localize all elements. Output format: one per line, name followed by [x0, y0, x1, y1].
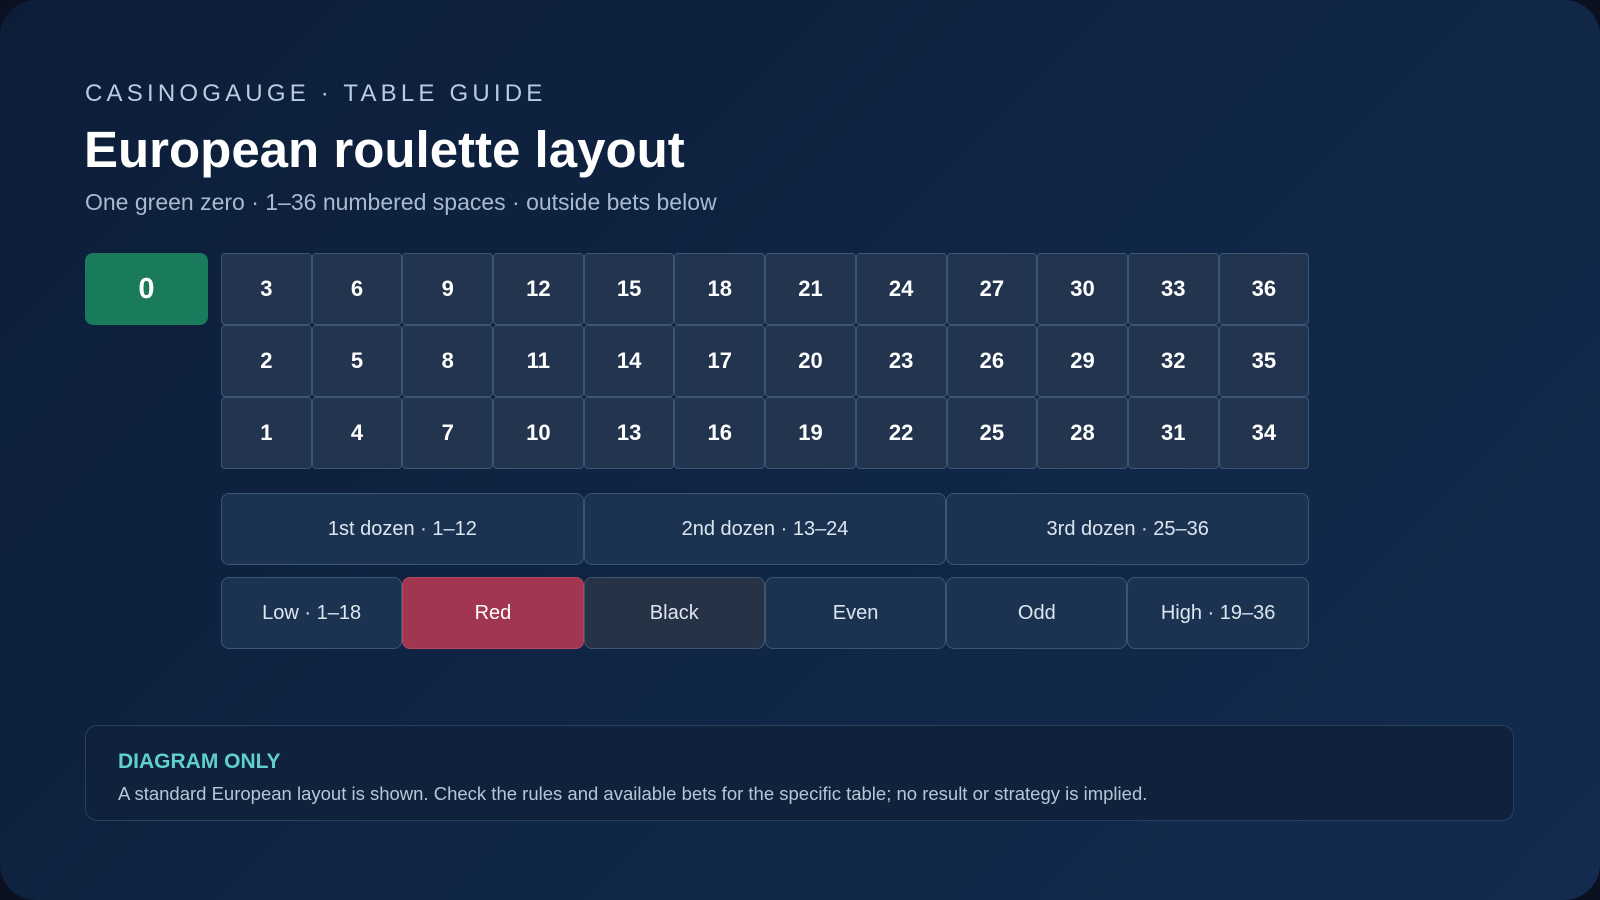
first-dozen-bet[interactable]: 1st dozen · 1–12	[221, 493, 584, 565]
number-space[interactable]: 25	[946, 397, 1038, 469]
number-space[interactable]: 36	[1218, 253, 1310, 325]
high-bet[interactable]: High · 19–36	[1127, 577, 1309, 649]
number-space[interactable]: 3	[221, 253, 312, 325]
number-space[interactable]: 1	[221, 397, 312, 469]
number-space[interactable]: 7	[402, 397, 494, 469]
number-space[interactable]: 14	[583, 325, 675, 397]
number-space[interactable]: 28	[1037, 397, 1128, 469]
number-space[interactable]: 4	[311, 397, 403, 469]
number-space[interactable]: 27	[946, 253, 1038, 325]
eyebrow: CASINOGAUGE · TABLE GUIDE	[85, 80, 547, 107]
number-space[interactable]: 22	[855, 397, 947, 469]
dozen-bets: 1st dozen · 1–12 2nd dozen · 13–24 3rd d…	[221, 493, 1310, 565]
number-space[interactable]: 10	[493, 397, 584, 469]
disclaimer-notice: DIAGRAM ONLY A standard European layout …	[85, 725, 1514, 821]
number-space[interactable]: 34	[1218, 397, 1310, 469]
number-space[interactable]: 21	[765, 253, 856, 325]
number-space[interactable]: 12	[493, 253, 584, 325]
page-title: European roulette layout	[84, 121, 685, 178]
number-space[interactable]: 24	[855, 253, 947, 325]
black-bet[interactable]: Black	[583, 577, 765, 649]
roulette-guide-card: CASINOGAUGE · TABLE GUIDE European roule…	[0, 0, 1600, 900]
number-space[interactable]: 6	[311, 253, 403, 325]
number-space[interactable]: 23	[855, 325, 947, 397]
number-space[interactable]: 26	[946, 325, 1038, 397]
number-space[interactable]: 19	[765, 397, 856, 469]
number-space[interactable]: 18	[674, 253, 766, 325]
notice-text: A standard European layout is shown. Che…	[118, 783, 1148, 804]
notice-title: DIAGRAM ONLY	[118, 750, 281, 773]
even-bet[interactable]: Even	[764, 577, 947, 649]
number-space[interactable]: 20	[765, 325, 856, 397]
page-subtitle: One green zero · 1–36 numbered spaces · …	[85, 189, 717, 215]
zero-space[interactable]: 0	[85, 253, 208, 325]
third-dozen-bet[interactable]: 3rd dozen · 25–36	[946, 493, 1310, 565]
low-bet[interactable]: Low · 1–18	[221, 577, 403, 649]
even-money-bets: Low · 1–18 Red Black Even Odd High · 19–…	[221, 577, 1309, 649]
number-space[interactable]: 8	[402, 325, 494, 397]
red-bet[interactable]: Red	[402, 577, 584, 649]
number-space[interactable]: 30	[1037, 253, 1128, 325]
number-space[interactable]: 16	[674, 397, 766, 469]
number-space[interactable]: 29	[1037, 325, 1128, 397]
number-space[interactable]: 9	[402, 253, 494, 325]
number-space[interactable]: 33	[1127, 253, 1219, 325]
number-grid: 3 6 9 12 15 18 21 24 27 30 33 36 2 5 8 1…	[221, 253, 1310, 469]
number-space[interactable]: 11	[493, 325, 584, 397]
second-dozen-bet[interactable]: 2nd dozen · 13–24	[583, 493, 947, 565]
number-space[interactable]: 13	[583, 397, 675, 469]
number-space[interactable]: 35	[1218, 325, 1310, 397]
number-space[interactable]: 17	[674, 325, 766, 397]
number-space[interactable]: 2	[221, 325, 312, 397]
number-space[interactable]: 5	[311, 325, 403, 397]
odd-bet[interactable]: Odd	[946, 577, 1128, 649]
number-space[interactable]: 32	[1127, 325, 1219, 397]
number-space[interactable]: 15	[583, 253, 675, 325]
number-space[interactable]: 31	[1127, 397, 1219, 469]
